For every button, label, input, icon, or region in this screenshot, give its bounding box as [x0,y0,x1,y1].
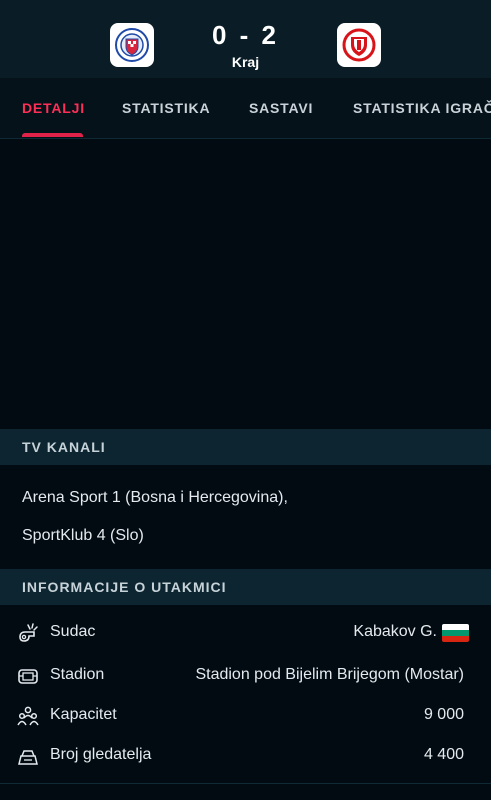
match-header: 0 - 2 Kraj [0,0,491,79]
info-row-capacity: Kapacitet 9 000 [0,702,491,732]
referee-label: Sudac [50,623,96,640]
info-section-title: INFORMACIJE O UTAKMICI [22,579,227,595]
tab-sastavi[interactable]: SASTAVI [249,100,313,116]
tv-channel-line-1: Arena Sport 1 (Bosna i Hercegovina), [22,489,288,506]
tv-section-title: TV KANALI [22,439,106,455]
people-icon [17,706,39,726]
stadium-label: Stadion [50,666,105,683]
tv-section-header: TV KANALI [0,429,491,465]
away-team-logo[interactable] [337,23,381,67]
capacity-label: Kapacitet [50,706,117,723]
info-row-referee: Sudac Kabakov G. [0,619,491,649]
active-tab-indicator [22,133,83,137]
bulgaria-flag-icon [442,624,469,642]
referee-value: Kabakov G. [353,623,437,640]
whistle-icon [19,623,38,642]
match-status: Kraj [231,54,260,70]
tab-bar: DETALJI STATISTIKA SASTAVI STATISTIKA IG… [0,78,491,139]
match-score: 0 - 2 [211,20,280,50]
info-row-stadium: Stadion Stadion pod Bijelim Brijegom (Mo… [0,662,491,692]
stadium-value: Stadion pod Bijelim Brijegom (Mostar) [195,666,464,683]
tab-detalji[interactable]: DETALJI [22,100,85,116]
capacity-value: 9 000 [423,706,464,723]
info-row-attendance: Broj gledatelja 4 400 [0,742,491,772]
attendance-icon [18,750,38,765]
stadium-icon [18,669,38,684]
info-section-header: INFORMACIJE O UTAKMICI [0,569,491,605]
bottom-overflow [0,784,491,800]
tab-statistika[interactable]: STATISTIKA [122,100,210,116]
club-crest-icon [342,28,376,62]
tv-channel-line-2: SportKlub 4 (Slo) [22,527,144,544]
attendance-label: Broj gledatelja [50,746,152,763]
tab-statistika-igraca[interactable]: STATISTIKA IGRAČ [353,100,491,116]
match-visual-area [0,139,491,429]
attendance-value: 4 400 [423,746,464,763]
